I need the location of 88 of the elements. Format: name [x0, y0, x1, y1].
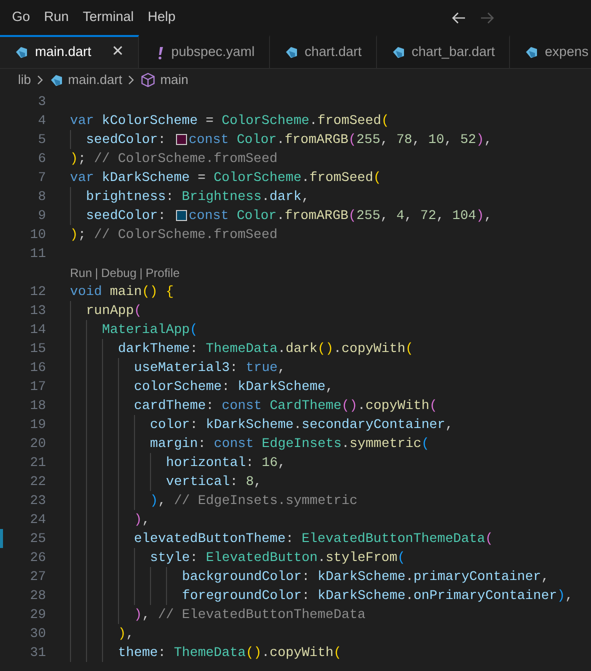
- codelens-link[interactable]: Debug: [101, 264, 137, 282]
- code-text: darkTheme: ThemeData.dark().copyWith(: [118, 340, 414, 358]
- line-number: 6: [37, 150, 46, 168]
- line-number: 31: [29, 644, 46, 662]
- menu-item[interactable]: Terminal: [76, 7, 140, 28]
- dart-file-icon: [14, 45, 29, 60]
- line-number: 16: [29, 358, 46, 377]
- line-number: 29: [29, 606, 46, 624]
- line-number: 10: [29, 226, 46, 244]
- code-text: ),: [134, 510, 150, 529]
- breadcrumb-item[interactable]: lib: [18, 70, 32, 90]
- line-number: 3: [37, 92, 46, 111]
- tab-label: chart_bar.dart: [412, 43, 495, 62]
- line-number: 13: [29, 302, 46, 320]
- tab-label: main.dart: [35, 43, 92, 62]
- line-number: 11: [29, 244, 46, 263]
- code-text: color: kDarkScheme.secondaryContainer,: [150, 416, 454, 434]
- menu-item[interactable]: Help: [142, 7, 182, 28]
- code-text: ), // ElevatedButtonThemeData: [134, 606, 366, 624]
- code-text: ); // ColorScheme.fromSeed: [70, 150, 278, 168]
- breadcrumb-item[interactable]: main: [160, 70, 188, 90]
- editor-tab[interactable]: main.dart ✕: [0, 35, 140, 68]
- code-text: MaterialApp(: [102, 320, 198, 339]
- tab-label: expens: [544, 43, 588, 62]
- line-number: 4: [37, 112, 46, 130]
- line-number: 12: [29, 282, 46, 301]
- code-text: horizontal: 16,: [166, 454, 286, 472]
- dart-file-icon: [390, 45, 406, 60]
- dart-file-icon: [284, 45, 299, 60]
- editor-tab[interactable]: chart.dart: [270, 35, 377, 68]
- menu-item[interactable]: Go: [6, 7, 36, 28]
- code-text: void main() {: [70, 282, 174, 301]
- back-arrow-icon[interactable]: [451, 10, 467, 26]
- line-number: 24: [29, 510, 46, 529]
- code-text: margin: const EdgeInsets.symmetric(: [150, 434, 430, 453]
- line-number: 14: [29, 320, 46, 339]
- code-text: seedColor:: [86, 130, 167, 149]
- code-text: ); // ColorScheme.fromSeed: [70, 226, 278, 244]
- menu-item[interactable]: Run: [38, 7, 75, 28]
- dart-file-icon: [49, 72, 64, 88]
- tab-label: chart.dart: [304, 43, 362, 62]
- line-number: 19: [29, 416, 46, 434]
- code-text: cardTheme: const CardTheme().copyWith(: [134, 396, 438, 415]
- chevron-icon: [35, 74, 46, 86]
- line-number: 8: [37, 188, 46, 206]
- line-number: 27: [29, 568, 46, 586]
- line-number: 18: [29, 396, 46, 415]
- breadcrumb-item[interactable]: main.dart: [68, 70, 122, 90]
- separator: |: [140, 264, 143, 282]
- dart-file-icon: [524, 45, 539, 60]
- close-icon[interactable]: ✕: [111, 41, 124, 64]
- code-text: ),: [118, 624, 134, 643]
- line-number: 28: [29, 586, 46, 605]
- code-text: brightness: Brightness.dark,: [86, 188, 310, 206]
- line-number: 5: [37, 130, 46, 149]
- codelens-link[interactable]: Run: [70, 264, 92, 282]
- code-text: var kDarkScheme = ColorScheme.fromSeed(: [70, 168, 382, 187]
- cube-icon: [140, 72, 156, 88]
- line-number: 30: [29, 624, 46, 643]
- line-number: 20: [29, 434, 46, 453]
- code-text: foregroundColor: kDarkScheme.onPrimaryContainer),: [182, 586, 574, 605]
- line-number: 15: [29, 340, 46, 358]
- code-text: backgroundColor: kDarkScheme.primaryContainer,: [182, 568, 550, 586]
- line-number: 9: [37, 206, 46, 225]
- code-text: ), // EdgeInsets.symmetric: [150, 492, 358, 510]
- line-number: 21: [29, 454, 46, 472]
- code-text: style: ElevatedButton.styleFrom(: [150, 548, 406, 567]
- codelens-link[interactable]: Profile: [146, 264, 180, 282]
- code-text: theme: ThemeData().copyWith(: [118, 644, 342, 662]
- line-number: 17: [29, 378, 46, 396]
- line-number: 25: [29, 530, 46, 548]
- line-number: 7: [37, 168, 46, 187]
- line-number: 26: [29, 548, 46, 567]
- code-text: colorScheme: kDarkScheme,: [134, 378, 334, 396]
- code-text: seedColor:: [86, 206, 167, 225]
- code-text: elevatedButtonTheme: ElevatedButtonThemeData(: [134, 530, 494, 548]
- code-text: const Color.fromARGB(255, 78, 10, 52),: [188, 130, 492, 149]
- separator: |: [95, 264, 98, 282]
- code-text: useMaterial3: true,: [134, 358, 286, 377]
- line-number: 22: [29, 472, 46, 491]
- chevron-icon: [126, 74, 136, 86]
- code-text: runApp(: [86, 302, 142, 320]
- code-text: vertical: 8,: [166, 472, 262, 491]
- code-text: var kColorScheme = ColorScheme.fromSeed(: [70, 112, 390, 130]
- tab-label: pubspec.yaml: [171, 43, 255, 62]
- editor-tab[interactable]: chart_bar.dart: [376, 35, 510, 68]
- code-text: const Color.fromARGB(255, 4, 72, 104),: [188, 206, 492, 225]
- line-number: 23: [29, 492, 46, 510]
